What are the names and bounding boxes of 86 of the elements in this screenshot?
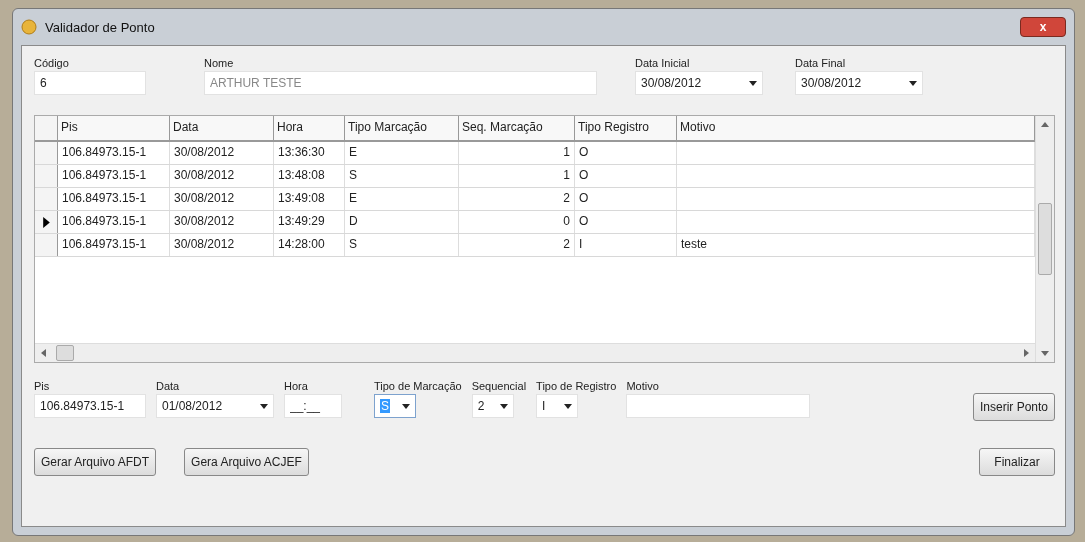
table-cell: 30/08/2012 — [174, 145, 235, 159]
table-cell: E — [349, 191, 357, 205]
scroll-right-icon — [1024, 349, 1029, 357]
generate-file-button[interactable]: Gerar Arquivo AFDT — [34, 448, 157, 476]
scroll-thumb[interactable] — [1038, 203, 1052, 275]
field-label: Código — [34, 56, 70, 71]
field-label: Nome — [204, 56, 235, 71]
dropdown[interactable]: 2 — [471, 394, 514, 418]
vertical-scrollbar[interactable] — [1035, 116, 1054, 362]
table-cell: 30/08/2012 — [174, 168, 235, 182]
table-cell: 30/08/2012 — [174, 237, 235, 251]
table-cell: 106.84973.15-1 — [62, 168, 147, 182]
column-header[interactable]: Motivo — [677, 116, 1035, 140]
field-label: Motivo — [626, 379, 659, 394]
dropdown[interactable]: I — [536, 394, 579, 418]
field-label: Pis — [34, 379, 50, 394]
table-cell: 2 — [563, 237, 570, 251]
input-field[interactable]: __:__ — [284, 394, 342, 418]
table-cell: S — [349, 237, 357, 251]
date-picker[interactable]: 30/08/2012 — [635, 71, 763, 95]
horizontal-scrollbar[interactable] — [35, 343, 1035, 362]
input-field[interactable]: 6 — [34, 71, 146, 95]
caret-icon — [402, 403, 410, 409]
table-cell: O — [579, 214, 589, 228]
table-cell: S — [349, 168, 357, 182]
close-button[interactable]: x — [1020, 17, 1066, 37]
table-cell: O — [579, 145, 589, 159]
caret-icon — [909, 80, 917, 86]
field-label: Data — [156, 379, 180, 394]
generate-file-button[interactable]: Gera Arquivo ACJEF — [184, 448, 309, 476]
field-label: Tipo de Marcação — [374, 379, 462, 394]
column-header[interactable]: Data — [170, 116, 274, 140]
table-row[interactable]: 106.84973.15-1 30/08/2012 13:36:30 E 1 O — [35, 142, 1035, 165]
current-row-icon — [42, 216, 50, 228]
window-title: Validador de Ponto — [45, 19, 155, 35]
date-picker[interactable]: 30/08/2012 — [795, 71, 923, 95]
table-cell: 13:48:08 — [278, 168, 325, 182]
table-row[interactable]: 106.84973.15-1 30/08/2012 13:49:29 D 0 O — [35, 211, 1035, 234]
column-header[interactable]: Tipo Marcação — [345, 116, 459, 140]
table-cell: I — [579, 237, 583, 251]
input-field[interactable]: 106.84973.15-1 — [34, 394, 146, 418]
row-header[interactable] — [35, 211, 58, 233]
field-label: Data Inicial — [635, 56, 691, 71]
column-header[interactable]: Seq. Marcação — [459, 116, 575, 140]
table-cell: 14:28:00 — [278, 237, 325, 251]
field-label: Hora — [284, 379, 308, 394]
table-cell: D — [349, 214, 358, 228]
column-header[interactable]: Tipo Registro — [575, 116, 677, 140]
table-cell: 0 — [563, 214, 570, 228]
table-cell: O — [579, 191, 589, 205]
finish-button[interactable]: Finalizar — [979, 448, 1055, 476]
input-field[interactable] — [626, 394, 811, 418]
table-row[interactable]: 106.84973.15-1 30/08/2012 14:28:00 S 2 I teste — [35, 234, 1035, 257]
table-cell: O — [579, 168, 589, 182]
field-label: Data Final — [795, 56, 847, 71]
caret-icon — [499, 403, 508, 409]
caret-icon — [749, 80, 757, 86]
field-label: Tipo de Registro — [536, 379, 617, 394]
table-cell: 13:49:29 — [278, 214, 325, 228]
scroll-left-icon — [41, 349, 46, 357]
table-cell: E — [349, 145, 357, 159]
table-cell: 106.84973.15-1 — [62, 145, 147, 159]
caret-icon — [564, 403, 573, 409]
table-row[interactable]: 106.84973.15-1 30/08/2012 13:49:08 E 2 O — [35, 188, 1035, 211]
table-cell: 30/08/2012 — [174, 191, 235, 205]
field-label: Sequencial — [471, 379, 527, 394]
table-cell: 1 — [563, 168, 570, 182]
table-cell: 30/08/2012 — [174, 214, 235, 228]
scroll-up-icon — [1041, 122, 1049, 127]
table-cell: 13:49:08 — [278, 191, 325, 205]
table-cell: 2 — [563, 191, 570, 205]
insert-button[interactable]: Inserir Ponto — [972, 393, 1055, 421]
scroll-thumb[interactable] — [56, 345, 74, 361]
app-icon — [21, 19, 37, 35]
table-row[interactable]: 106.84973.15-1 30/08/2012 13:48:08 S 1 O — [35, 165, 1035, 188]
table-cell: 1 — [563, 145, 570, 159]
date-picker[interactable]: 01/08/2012 — [156, 394, 274, 418]
table-cell: teste — [681, 237, 707, 251]
scroll-down-icon — [1041, 351, 1049, 356]
caret-icon — [260, 403, 268, 409]
table-cell: 106.84973.15-1 — [62, 214, 147, 228]
column-header[interactable]: Pis — [58, 116, 170, 140]
table-cell: 106.84973.15-1 — [62, 191, 147, 205]
table-cell: 13:36:30 — [278, 145, 325, 159]
table-cell: 106.84973.15-1 — [62, 237, 147, 251]
column-header[interactable]: Hora — [274, 116, 345, 140]
